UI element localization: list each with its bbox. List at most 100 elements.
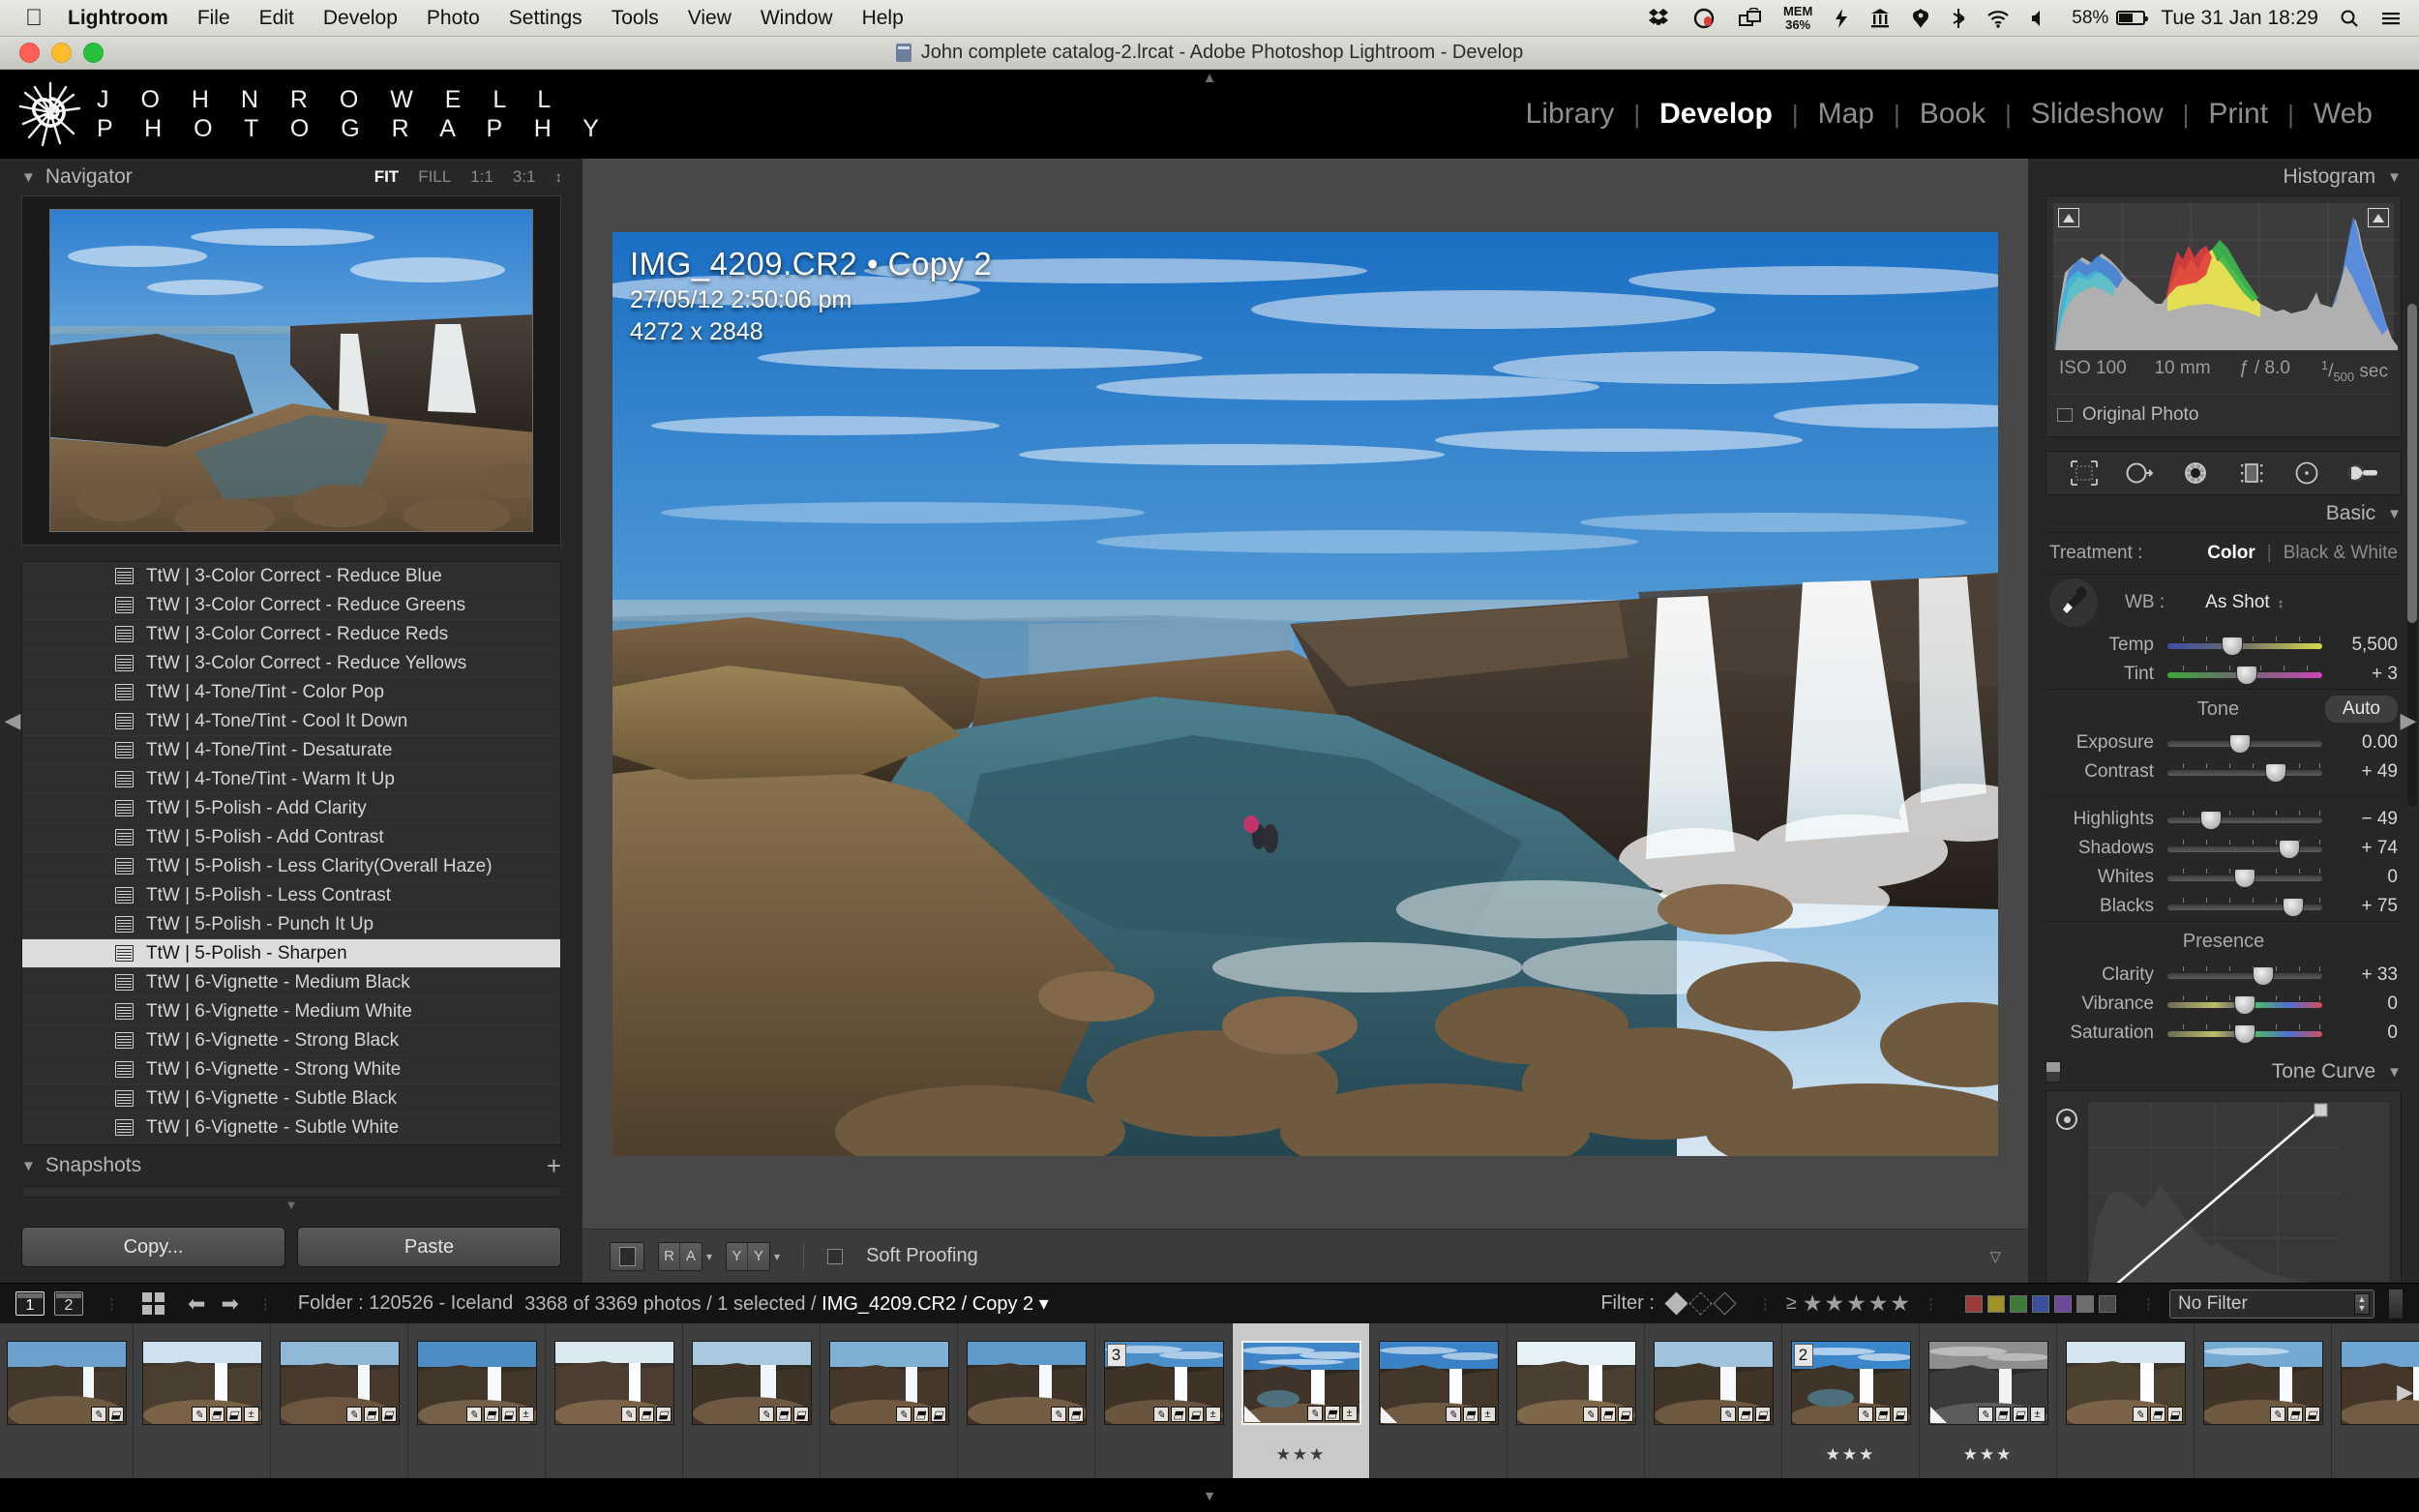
wb-value[interactable]: As Shot ↕	[2205, 592, 2284, 613]
original-photo-checkbox[interactable]	[2057, 408, 2073, 423]
slider-value[interactable]: − 49	[2336, 809, 2398, 830]
treatment-bw-option[interactable]: Black & White	[2284, 543, 2398, 564]
badge-crop-icon[interactable]: ⬓	[1617, 1407, 1633, 1422]
badge-metadata-icon[interactable]: ⬒	[483, 1407, 499, 1422]
chevron-down-icon[interactable]: ▼	[2387, 1064, 2402, 1081]
label-none[interactable]	[2076, 1294, 2094, 1313]
grid-view-icon[interactable]	[142, 1292, 164, 1315]
dropbox-icon[interactable]	[1648, 8, 1671, 29]
bottom-panel-grabber-bar[interactable]: ▼	[0, 1478, 2419, 1512]
slider-knob[interactable]	[2234, 1024, 2255, 1045]
badge-keyword-icon[interactable]: ✎	[1306, 1406, 1323, 1421]
menu-view[interactable]: View	[688, 7, 732, 30]
slider-track[interactable]	[2167, 761, 2322, 784]
label-red[interactable]	[1965, 1294, 1983, 1313]
filmstrip-item[interactable]: ✎ ⬒ ⬓	[271, 1323, 408, 1478]
badge-develop-icon[interactable]: ±	[2029, 1407, 2046, 1422]
badge-crop-icon[interactable]: ⬓	[107, 1407, 124, 1422]
badge-metadata-icon[interactable]: ⬒	[1737, 1407, 1753, 1422]
preset-item[interactable]: TtW | 5-Polish - Less Contrast	[22, 881, 560, 910]
menu-file[interactable]: File	[197, 7, 230, 30]
slider-value[interactable]: 5,500	[2336, 635, 2398, 656]
treatment-color-option[interactable]: Color	[2207, 543, 2255, 564]
white-balance-eyedropper-icon[interactable]	[2049, 578, 2098, 628]
slider-value[interactable]: 0	[2336, 1023, 2398, 1044]
badge-keyword-icon[interactable]: ✎	[2132, 1407, 2148, 1422]
module-book[interactable]: Book	[1900, 98, 2005, 131]
badge-metadata-icon[interactable]: ⬒	[775, 1407, 791, 1422]
slider-knob[interactable]	[2234, 995, 2255, 1016]
histogram-graph[interactable]	[2053, 203, 2398, 350]
slider-knob[interactable]	[2265, 763, 2286, 784]
slider-track[interactable]	[2167, 896, 2322, 918]
slider-vibrance[interactable]: Vibrance 0	[2046, 990, 2402, 1019]
histogram-header[interactable]: Histogram ▼	[2046, 159, 2402, 195]
identity-plate[interactable]: J O H N R O W E L L P H O T O G R A P H …	[0, 77, 612, 151]
menu-help[interactable]: Help	[862, 7, 904, 30]
wifi-icon[interactable]	[1986, 8, 2010, 29]
slider-value[interactable]: + 49	[2336, 761, 2398, 783]
label-purple[interactable]	[2054, 1294, 2072, 1313]
badge-crop-icon[interactable]: ⬓	[380, 1407, 397, 1422]
before-after-icon[interactable]: RA	[658, 1241, 702, 1271]
zoom-fit[interactable]: FIT	[374, 167, 400, 187]
image-stage[interactable]: IMG_4209.CR2 • Copy 2 27/05/12 2:50:06 p…	[582, 159, 2028, 1229]
badge-metadata-icon[interactable]: ⬒	[912, 1407, 929, 1422]
bolt-icon[interactable]	[1834, 8, 1849, 29]
badge-keyword-icon[interactable]: ✎	[345, 1407, 362, 1422]
list-icon[interactable]	[2380, 8, 2402, 29]
badge-crop-icon[interactable]: ⬓	[225, 1407, 242, 1422]
preset-item-selected[interactable]: TtW | 5-Polish - Sharpen	[22, 939, 560, 968]
bank-icon[interactable]	[1870, 8, 1890, 29]
slider-track[interactable]	[2167, 664, 2322, 686]
toolbar-panel-toggle-icon[interactable]: ▽	[1989, 1248, 2001, 1265]
filmstrip-item[interactable]: ✎ ⬓	[0, 1323, 134, 1478]
current-photo-name[interactable]: IMG_4209.CR2 / Copy 2	[821, 1293, 1033, 1315]
badge-metadata-icon[interactable]: ⬒	[1599, 1407, 1616, 1422]
chevron-down-icon[interactable]: ▾	[774, 1250, 780, 1263]
shadow-clipping-icon[interactable]	[2058, 208, 2079, 227]
slider-knob[interactable]	[2282, 898, 2304, 918]
module-develop[interactable]: Develop	[1640, 98, 1792, 131]
badge-keyword-icon[interactable]: ✎	[758, 1407, 774, 1422]
label-blue[interactable]	[2032, 1294, 2049, 1313]
filmstrip[interactable]: ✎ ⬓ ✎ ⬒ ⬓ ± ✎ ⬒ ⬓ ✎ ⬒ ⬓ ± ✎ ⬒ ⬓ ✎ ⬒ ⬓ ✎ …	[0, 1323, 2419, 1478]
preset-item[interactable]: TtW | 6-Vignette - Subtle Black	[22, 1084, 560, 1113]
badge-keyword-icon[interactable]: ✎	[191, 1407, 207, 1422]
slider-blacks[interactable]: Blacks + 75	[2046, 892, 2402, 921]
preset-item[interactable]: TtW | 5-Polish - Add Clarity	[22, 794, 560, 823]
adjustment-brush-icon[interactable]	[2344, 458, 2382, 489]
stack-count-badge[interactable]: 2	[1793, 1344, 1813, 1367]
filmstrip-item[interactable]: ✎ ⬒ ⬓	[683, 1323, 821, 1478]
badge-keyword-icon[interactable]: ✎	[620, 1407, 637, 1422]
soft-proofing-checkbox[interactable]	[827, 1248, 844, 1264]
badge-keyword-icon[interactable]: ✎	[895, 1407, 911, 1422]
module-map[interactable]: Map	[1799, 98, 1894, 131]
badge-develop-icon[interactable]: ±	[518, 1407, 534, 1422]
preset-item[interactable]: TtW | 4-Tone/Tint - Desaturate	[22, 736, 560, 765]
preset-item[interactable]: TtW | 3-Color Correct - Reduce Reds	[22, 620, 560, 649]
filmstrip-item[interactable]: ✎ ⬒ ±	[1370, 1323, 1508, 1478]
badge-develop-icon[interactable]: ±	[1205, 1407, 1221, 1422]
slider-track[interactable]	[2167, 809, 2322, 831]
badge-metadata-icon[interactable]: ⬒	[1067, 1407, 1084, 1422]
badge-metadata-icon[interactable]: ⬒	[1324, 1406, 1340, 1421]
filmstrip-item-selected[interactable]: ✎ ⬒ ± ★★★	[1233, 1323, 1370, 1478]
chevron-down-icon[interactable]: ▼	[21, 1158, 36, 1174]
badge-keyword-icon[interactable]: ✎	[465, 1407, 482, 1422]
badge-metadata-icon[interactable]: ⬒	[1170, 1407, 1186, 1422]
slider-tint[interactable]: Tint + 3	[2046, 660, 2402, 689]
module-library[interactable]: Library	[1507, 98, 1634, 131]
menu-bar-clock[interactable]: Tue 31 Jan 18:29	[2161, 7, 2318, 30]
snapshots-header[interactable]: ▼ Snapshots +	[21, 1145, 561, 1186]
slider-track[interactable]	[2167, 867, 2322, 889]
module-web[interactable]: Web	[2294, 98, 2392, 131]
slider-value[interactable]: + 75	[2336, 896, 2398, 917]
menu-tools[interactable]: Tools	[612, 7, 659, 30]
chevron-down-icon[interactable]: ▾	[1039, 1293, 1049, 1315]
badge-keyword-icon[interactable]: ✎	[1152, 1407, 1169, 1422]
filmstrip-item[interactable]: ✎ ⬒ ⬓ ±	[134, 1323, 271, 1478]
memory-indicator[interactable]: MEM 36%	[1783, 5, 1812, 31]
zoom-fill[interactable]: FILL	[418, 167, 451, 187]
filmstrip-item[interactable]: ✎ ⬒ ⬓	[546, 1323, 683, 1478]
